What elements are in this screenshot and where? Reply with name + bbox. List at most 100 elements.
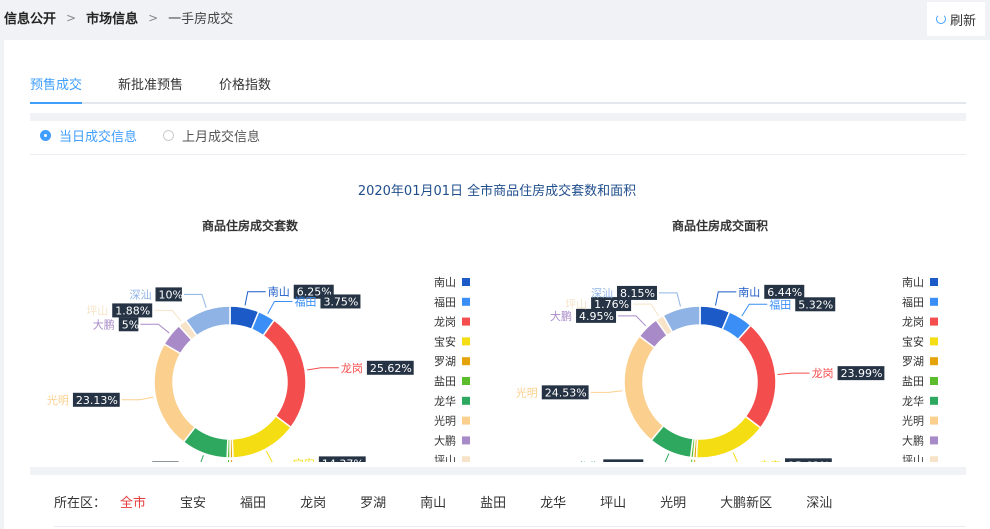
slice-value-label: 6.44% bbox=[767, 286, 802, 299]
donut-slice[interactable] bbox=[231, 414, 293, 459]
district-baoan[interactable]: 宝安 bbox=[180, 492, 206, 511]
legend-swatch[interactable] bbox=[930, 317, 938, 326]
slice-value-label: 9.23% bbox=[606, 460, 641, 462]
district-filter: 所在区： 全市 宝安 福田 龙岗 罗湖 南山 盐田 龙华 坪山 光明 大鹏新区 … bbox=[54, 492, 866, 511]
radio-monthly-label: 上月成交信息 bbox=[182, 130, 261, 145]
legend-swatch[interactable] bbox=[930, 416, 938, 425]
slice-category-label: 龙岗 bbox=[812, 367, 834, 380]
legend-swatch[interactable] bbox=[930, 396, 938, 405]
slice-value-label: 10% bbox=[159, 288, 183, 301]
leader-line bbox=[714, 291, 737, 306]
legend-label: 南山 bbox=[902, 276, 924, 289]
legend-swatch[interactable] bbox=[930, 297, 938, 306]
legend-swatch[interactable] bbox=[930, 377, 938, 385]
radio-monthly[interactable]: 上月成交信息 bbox=[163, 126, 260, 145]
slice-category-label: 南山 bbox=[738, 286, 760, 299]
legend-swatch[interactable] bbox=[462, 337, 470, 346]
slice-value-label: 23.99% bbox=[841, 367, 883, 380]
chevron-right-icon: > bbox=[66, 10, 77, 25]
slice-category-label: 光明 bbox=[516, 385, 538, 399]
legend-swatch[interactable] bbox=[462, 456, 470, 462]
chevron-right-icon: > bbox=[148, 10, 159, 25]
leader-line bbox=[200, 455, 204, 462]
slice-category-label: 深汕 bbox=[591, 287, 613, 300]
slice-category-label: 南山 bbox=[268, 286, 290, 299]
leader-line bbox=[777, 372, 810, 375]
leader-line bbox=[140, 323, 170, 334]
top-bar: 信息公开 > 市场信息 > 一手房成交 刷新 bbox=[0, 0, 990, 38]
legend-swatch[interactable] bbox=[930, 278, 938, 286]
slice-value-label: 1.76% bbox=[594, 298, 629, 311]
district-luohu[interactable]: 罗湖 bbox=[360, 492, 386, 511]
legend-label: 大鹏 bbox=[434, 433, 456, 447]
legend-swatch[interactable] bbox=[930, 337, 938, 346]
leader-line bbox=[267, 300, 293, 314]
slice-category-label: 龙岗 bbox=[341, 362, 363, 375]
chart-title: 商品住房成交套数 bbox=[202, 218, 299, 233]
chart-main-title: 2020年01月01日 全市商品住房成交套数和面积 bbox=[357, 184, 637, 199]
slice-value-label: 5% bbox=[122, 318, 139, 331]
slice-value-label: 4.95% bbox=[579, 310, 614, 323]
slice-category-label: 宝安 bbox=[293, 456, 315, 462]
slice-value-label: 14.37% bbox=[322, 457, 364, 462]
tab-new-presale[interactable]: 新批准预售 bbox=[118, 74, 183, 102]
district-longgang[interactable]: 龙岗 bbox=[300, 492, 326, 511]
content-card: 预售成交 新批准预售 价格指数 当日成交信息 上月成交信息 2020年01月01… bbox=[4, 40, 990, 529]
legend-swatch[interactable] bbox=[462, 436, 470, 445]
district-futian[interactable]: 福田 bbox=[240, 492, 266, 511]
divider bbox=[54, 526, 966, 527]
district-longhua[interactable]: 龙华 bbox=[540, 492, 566, 511]
legend-label: 罗湖 bbox=[902, 355, 924, 368]
breadcrumb-item-current: 一手房成交 bbox=[168, 12, 234, 27]
slice-value-label: 25.62% bbox=[370, 362, 412, 375]
district-dapeng[interactable]: 大鹏新区 bbox=[720, 492, 772, 511]
legend-swatch[interactable] bbox=[462, 377, 470, 385]
legend-label: 福田 bbox=[902, 295, 924, 309]
legend-swatch[interactable] bbox=[462, 278, 470, 286]
district-guangming[interactable]: 光明 bbox=[660, 492, 686, 511]
refresh-button[interactable]: 刷新 bbox=[927, 2, 985, 36]
legend-swatch[interactable] bbox=[930, 357, 938, 366]
legend-swatch[interactable] bbox=[462, 297, 470, 306]
radio-daily-label: 当日成交信息 bbox=[59, 130, 138, 145]
slice-value-label: 8.15% bbox=[620, 287, 655, 300]
district-shenshan[interactable]: 深汕 bbox=[806, 492, 832, 511]
donut-slice[interactable] bbox=[153, 343, 197, 444]
leader-line bbox=[306, 367, 339, 371]
legend-swatch[interactable] bbox=[930, 456, 938, 462]
divider bbox=[30, 154, 966, 155]
district-all[interactable]: 全市 bbox=[120, 492, 146, 511]
legend-label: 光明 bbox=[434, 414, 456, 428]
tab-presale-deals[interactable]: 预售成交 bbox=[30, 74, 83, 104]
donut-slice[interactable] bbox=[695, 415, 762, 459]
tab-price-index[interactable]: 价格指数 bbox=[219, 74, 271, 102]
tab-bar: 预售成交 新批准预售 价格指数 bbox=[30, 74, 966, 104]
leader-line bbox=[691, 459, 693, 462]
slice-category-label: 深汕 bbox=[130, 288, 152, 301]
legend-label: 宝安 bbox=[434, 334, 456, 348]
period-radio-group: 当日成交信息 上月成交信息 bbox=[40, 126, 260, 145]
district-nanshan[interactable]: 南山 bbox=[420, 492, 446, 511]
breadcrumb-item-info[interactable]: 信息公开 bbox=[4, 8, 56, 27]
breadcrumb-item-market[interactable]: 市场信息 bbox=[86, 8, 138, 27]
legend-label: 龙岗 bbox=[902, 316, 924, 329]
slice-value-label: 3.75% bbox=[323, 295, 358, 308]
slice-value-label: 15.63% bbox=[788, 459, 830, 462]
leader-line bbox=[231, 459, 233, 462]
leader-line bbox=[741, 303, 768, 317]
legend-swatch[interactable] bbox=[462, 416, 470, 425]
donut-slice[interactable] bbox=[736, 324, 777, 429]
legend-swatch[interactable] bbox=[462, 357, 470, 366]
radio-daily[interactable]: 当日成交信息 bbox=[40, 126, 137, 145]
legend-label: 罗湖 bbox=[434, 355, 456, 368]
refresh-icon bbox=[935, 14, 946, 24]
district-yantian[interactable]: 盐田 bbox=[480, 492, 506, 511]
donut-slice[interactable] bbox=[623, 335, 665, 442]
legend-swatch[interactable] bbox=[462, 396, 470, 405]
legend-swatch[interactable] bbox=[462, 317, 470, 326]
donut-slice[interactable] bbox=[262, 319, 307, 429]
leader-line bbox=[732, 452, 738, 462]
legend-swatch[interactable] bbox=[930, 436, 938, 445]
district-pingshan[interactable]: 坪山 bbox=[600, 492, 626, 511]
legend-label: 龙华 bbox=[902, 394, 924, 408]
